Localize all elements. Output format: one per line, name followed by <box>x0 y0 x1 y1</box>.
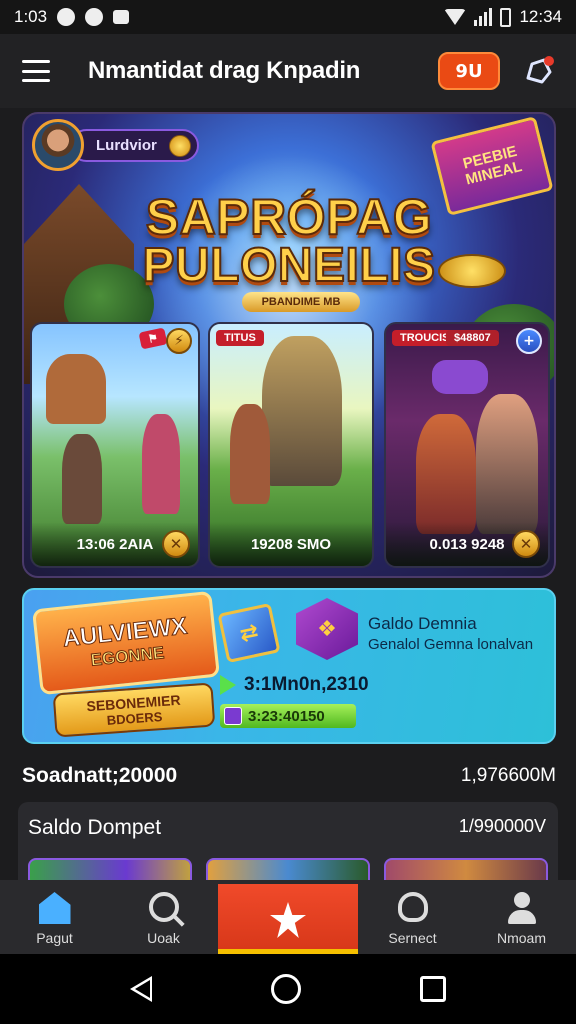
card-flag: ⚑ <box>138 327 168 350</box>
wallet-banner-title: Galdo Demnia <box>368 614 477 633</box>
home-icon <box>38 892 71 924</box>
add-icon[interactable]: + <box>516 328 542 354</box>
game-card-2[interactable]: TITUS 19208 SMO <box>208 322 374 568</box>
signal-icon <box>474 8 493 26</box>
header-badge-button[interactable]: 9U <box>438 52 500 90</box>
recent-apps-icon[interactable] <box>420 976 447 1002</box>
sword-icon[interactable]: ✕ <box>512 530 540 558</box>
user-name: Lurdvior <box>96 136 157 154</box>
card-caption: 19208 SMO <box>210 522 372 566</box>
status-bar: 1:03 12:34 <box>0 0 576 34</box>
checkbox-icon <box>224 707 242 725</box>
card-price-badge: $48807 <box>446 330 499 346</box>
character-illustration <box>142 414 180 514</box>
location-icon <box>85 8 104 26</box>
game-card-3[interactable]: TROUCIS $48807 + 0.013 9248 ✕ <box>384 322 550 568</box>
summary-value: 1,976600M <box>460 765 556 786</box>
app-header: Nmantidat drag Knpadin 9U <box>0 34 576 108</box>
summary-row: Soadnatt;20000 1,976600M <box>22 760 556 792</box>
app-notification-icon <box>57 8 76 26</box>
gem-illustration <box>432 360 488 394</box>
character-illustration <box>62 434 102 524</box>
promo-pill-line2: BDOERS <box>106 708 163 728</box>
support-icon <box>397 892 428 922</box>
nav-item-home[interactable]: Pagut <box>0 880 109 954</box>
wallet-card-title: Saldo Dompet <box>28 816 162 839</box>
warrior-illustration <box>262 336 342 486</box>
nav-item-center-action[interactable] <box>218 884 358 954</box>
wallet-card-value: 1/990000V <box>458 816 546 836</box>
wallet-amount-row: 3:1Mn0n,2310 <box>220 674 369 696</box>
user-name-pill[interactable]: Lurdvior <box>70 128 199 162</box>
page-title: Nmantidat drag Knpadin <box>88 57 361 84</box>
promo-logo: AULVIEWX EGONNE <box>31 590 221 696</box>
system-nav-bar <box>0 954 576 1024</box>
character-illustration <box>230 404 270 504</box>
bolt-icon: ⚡ <box>166 328 192 354</box>
nav-label: Sernect <box>388 930 437 946</box>
nav-label: Uoak <box>147 930 180 946</box>
summary-label: Soadnatt;20000 <box>22 764 178 787</box>
game-card-1[interactable]: ⚑ ⚡ 13:06 2AIA ✕ <box>30 322 200 568</box>
search-icon <box>148 892 179 922</box>
image-notification-icon <box>113 10 130 24</box>
wallet-amount: 3:1Mn0n,2310 <box>244 674 369 695</box>
nav-item-profile[interactable]: Nmoam <box>467 880 576 954</box>
back-icon[interactable] <box>129 976 152 1002</box>
hero-banner[interactable]: Lurdvior PEEBIE MINEAL SAPRÓPAG PULONEIL… <box>22 112 556 578</box>
card-tag: TITUS <box>216 330 264 346</box>
hero-subtitle: PBANDIME MB <box>242 292 360 312</box>
play-icon <box>220 675 236 695</box>
battery-icon <box>500 7 512 27</box>
coin-icon <box>168 134 191 157</box>
bottom-nav: Pagut Uoak Sernect Nmoam <box>0 880 576 954</box>
wallet-promo-banner[interactable]: AULVIEWX EGONNE SEBONEMIER BDOERS ⇄ ❖ Ga… <box>22 588 556 744</box>
user-icon <box>506 892 538 924</box>
game-cards: ⚑ ⚡ 13:06 2AIA ✕ TITUS 19208 SMO TROUCIS… <box>30 322 552 572</box>
menu-icon[interactable] <box>22 60 50 82</box>
wallet-bonus-row: 3:23:40150 <box>220 704 356 728</box>
wifi-icon <box>444 9 467 25</box>
avatar[interactable] <box>32 119 84 171</box>
star-icon <box>270 902 306 938</box>
wallet-banner-description: Genalol Gemna lonalvan <box>368 636 534 653</box>
user-profile-chip[interactable]: Lurdvior <box>32 119 199 171</box>
promo-flag-text: PEEBIE MINEAL <box>461 143 524 189</box>
nav-label: Nmoam <box>496 930 546 946</box>
card-gem-icon: ⇄ <box>217 602 281 664</box>
sword-icon[interactable]: ✕ <box>162 530 190 558</box>
home-button-icon[interactable] <box>270 974 301 1004</box>
notification-icon[interactable] <box>522 54 556 88</box>
status-time-left: 1:03 <box>14 7 48 26</box>
character-illustration <box>416 414 476 534</box>
building-illustration <box>46 354 106 424</box>
status-time-right: 12:34 <box>519 7 562 26</box>
nav-label: Pagut <box>36 930 73 946</box>
nav-item-support[interactable]: Sernect <box>358 880 467 954</box>
nav-item-search[interactable]: Uoak <box>109 880 218 954</box>
gold-coins-icon <box>438 254 506 288</box>
wallet-bonus: 3:23:40150 <box>248 707 325 725</box>
hexagon-gem-icon: ❖ <box>296 598 358 660</box>
app-screen: 1:03 12:34 Nmantidat drag Knpadin 9U Lur… <box>0 0 576 1024</box>
character-illustration <box>476 394 538 534</box>
